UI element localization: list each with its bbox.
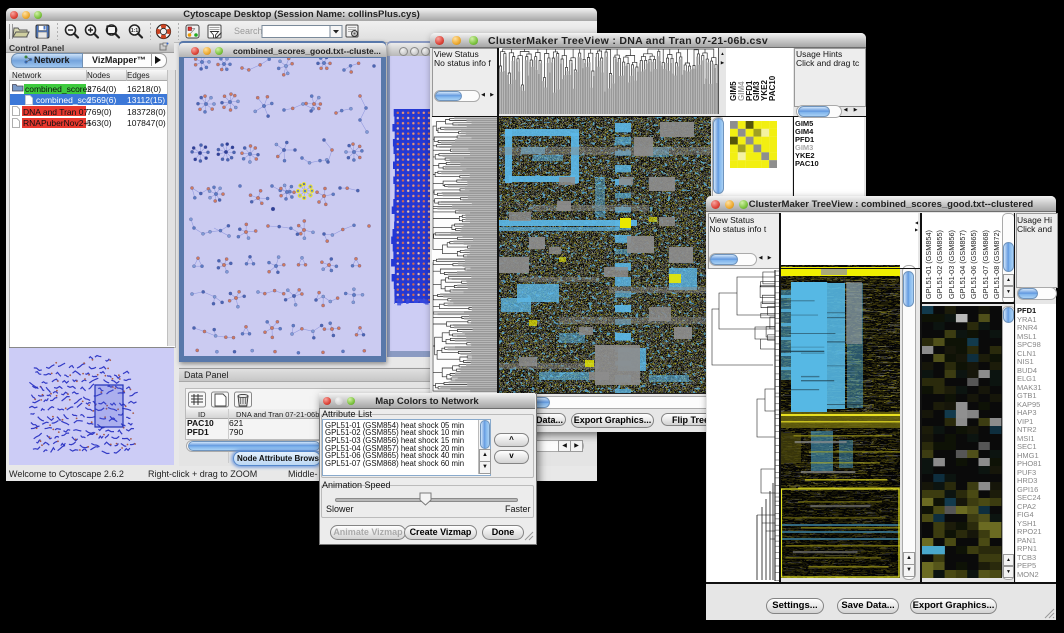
svg-text:Search:: Search: bbox=[234, 26, 265, 36]
svg-text:1:1: 1:1 bbox=[131, 28, 138, 34]
